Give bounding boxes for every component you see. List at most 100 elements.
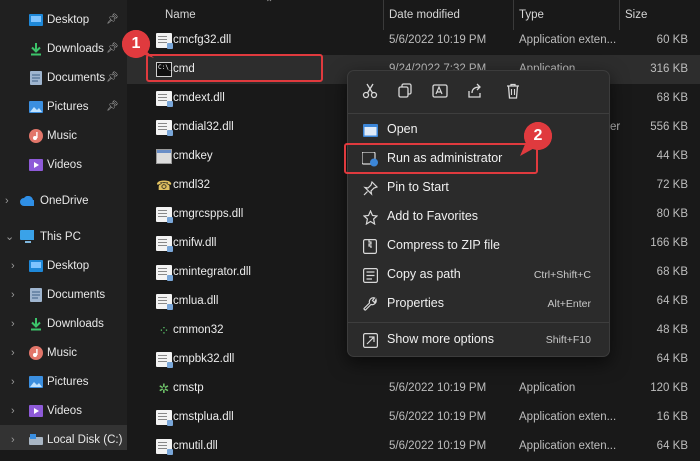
nav-item-label: Downloads bbox=[47, 42, 104, 55]
dll-file-icon bbox=[156, 294, 173, 310]
dll-file-icon bbox=[156, 410, 173, 426]
monitor-icon bbox=[20, 229, 34, 244]
desktop-folder-icon bbox=[29, 13, 43, 27]
file-size: 64 KB bbox=[656, 353, 688, 365]
chevron-right-icon[interactable]: › bbox=[11, 318, 19, 330]
star-icon bbox=[362, 209, 378, 225]
chevron-right-icon[interactable]: › bbox=[5, 195, 13, 207]
file-row[interactable]: cmstplua.dll 5/6/2022 10:19 PM Applicati… bbox=[127, 403, 700, 432]
installer-icon: ✲ bbox=[158, 381, 170, 396]
nav-item-music[interactable]: Music bbox=[0, 121, 127, 150]
pin-icon: 📌︎ bbox=[106, 14, 119, 25]
nav-item-pc-pictures[interactable]: › Pictures bbox=[0, 367, 127, 396]
menu-divider bbox=[348, 322, 609, 323]
chevron-right-icon[interactable]: › bbox=[11, 434, 19, 446]
highlight-cmd-row bbox=[146, 54, 323, 82]
file-name: cmlua.dll bbox=[173, 295, 219, 307]
menu-item-label: Properties bbox=[387, 296, 444, 310]
nav-item-label: Downloads bbox=[47, 317, 104, 330]
file-size: 556 KB bbox=[650, 121, 688, 133]
file-name: cmstp bbox=[173, 382, 204, 394]
nav-item-local-disk[interactable]: › Local Disk (C:) bbox=[0, 425, 127, 450]
nav-item-label: OneDrive bbox=[40, 194, 89, 207]
menu-item-open[interactable]: Open bbox=[352, 116, 605, 143]
file-size: 64 KB bbox=[656, 295, 688, 307]
file-row[interactable]: cmcfg32.dll 5/6/2022 10:19 PM Applicatio… bbox=[127, 26, 700, 55]
nav-item-label: This PC bbox=[40, 230, 81, 243]
nav-item-onedrive[interactable]: › OneDrive bbox=[0, 186, 127, 215]
nav-item-label: Music bbox=[47, 346, 78, 359]
downloads-folder-icon bbox=[29, 317, 43, 331]
nav-item-label: Music bbox=[47, 129, 78, 142]
chevron-right-icon[interactable]: › bbox=[11, 289, 19, 301]
menu-item-label: Copy as path bbox=[387, 267, 461, 281]
file-name: cmdial32.dll bbox=[173, 121, 234, 133]
step-1-badge: 1 bbox=[122, 30, 150, 58]
file-date: 5/6/2022 10:19 PM bbox=[389, 411, 487, 423]
nav-item-pc-videos[interactable]: › Videos bbox=[0, 396, 127, 425]
file-name: cmdkey bbox=[173, 150, 213, 162]
file-size: 68 KB bbox=[656, 92, 688, 104]
file-date: 5/6/2022 10:19 PM bbox=[389, 440, 487, 452]
dll-file-icon bbox=[156, 207, 173, 223]
open-window-icon bbox=[362, 122, 378, 138]
nav-item-desktop[interactable]: Desktop 📌︎ bbox=[0, 5, 127, 34]
menu-item-compress-to-zip[interactable]: Compress to ZIP file bbox=[352, 232, 605, 259]
context-menu-toolbar bbox=[348, 71, 609, 111]
nav-item-this-pc[interactable]: ⌄ This PC bbox=[0, 222, 127, 251]
pictures-folder-icon bbox=[29, 375, 43, 389]
file-name: cmdext.dll bbox=[173, 92, 225, 104]
nav-item-pc-desktop[interactable]: › Desktop bbox=[0, 251, 127, 280]
copy-path-icon bbox=[362, 267, 378, 283]
cut-icon[interactable] bbox=[360, 81, 380, 101]
chevron-right-icon[interactable]: › bbox=[11, 347, 19, 359]
menu-item-copy-as-path[interactable]: Copy as path Ctrl+Shift+C bbox=[352, 261, 605, 288]
file-size: 166 KB bbox=[650, 237, 688, 249]
file-name: cmifw.dll bbox=[173, 237, 217, 249]
nav-item-documents[interactable]: Documents 📌︎ bbox=[0, 63, 127, 92]
music-folder-icon bbox=[29, 345, 43, 360]
nav-item-pc-music[interactable]: › Music bbox=[0, 338, 127, 367]
file-type: Application bbox=[519, 382, 576, 394]
chevron-right-icon[interactable]: › bbox=[11, 260, 19, 272]
file-size: 72 KB bbox=[656, 179, 688, 191]
menu-item-show-more-options[interactable]: Show more options Shift+F10 bbox=[352, 326, 605, 353]
chevron-right-icon[interactable]: › bbox=[11, 405, 19, 417]
file-size: 68 KB bbox=[656, 266, 688, 278]
nav-item-label: Videos bbox=[47, 158, 82, 171]
nav-item-downloads[interactable]: Downloads 📌︎ bbox=[0, 34, 127, 63]
menu-item-label: Show more options bbox=[387, 332, 495, 346]
context-menu: Open Run as administrator Pin to Start A… bbox=[347, 70, 610, 357]
file-name: cmutil.dll bbox=[173, 440, 218, 452]
nav-item-pictures[interactable]: Pictures 📌︎ bbox=[0, 92, 127, 121]
nav-item-label: Desktop bbox=[47, 13, 90, 26]
dll-file-icon bbox=[156, 120, 173, 136]
copy-icon[interactable] bbox=[395, 81, 415, 101]
documents-folder-icon bbox=[29, 287, 43, 302]
videos-folder-icon bbox=[29, 404, 43, 418]
nav-item-label: Videos bbox=[47, 404, 82, 417]
step-2-badge: 2 bbox=[524, 122, 552, 150]
share-icon[interactable] bbox=[465, 81, 485, 101]
menu-item-properties[interactable]: Properties Alt+Enter bbox=[352, 290, 605, 317]
menu-item-pin-to-start[interactable]: Pin to Start bbox=[352, 174, 605, 201]
file-row[interactable]: cmutil.dll 5/6/2022 10:19 PM Application… bbox=[127, 432, 700, 461]
chevron-down-icon[interactable]: ⌄ bbox=[5, 230, 14, 243]
file-row[interactable]: ✲ cmstp 5/6/2022 10:19 PM Application 12… bbox=[127, 374, 700, 403]
nav-item-videos[interactable]: Videos bbox=[0, 150, 127, 179]
file-name: cmintegrator.dll bbox=[173, 266, 251, 278]
chevron-right-icon[interactable]: › bbox=[11, 376, 19, 388]
pin-icon: 📌︎ bbox=[106, 72, 119, 83]
more-options-icon bbox=[362, 332, 378, 348]
file-date: 5/6/2022 10:19 PM bbox=[389, 34, 487, 46]
file-name: cmdl32 bbox=[173, 179, 211, 191]
dll-file-icon bbox=[156, 91, 173, 107]
rename-icon[interactable] bbox=[430, 81, 450, 101]
delete-icon[interactable] bbox=[503, 81, 523, 101]
nav-item-pc-downloads[interactable]: › Downloads bbox=[0, 309, 127, 338]
zip-icon bbox=[362, 238, 378, 254]
wrench-icon bbox=[362, 296, 378, 312]
menu-item-add-to-favorites[interactable]: Add to Favorites bbox=[352, 203, 605, 230]
nav-item-pc-documents[interactable]: › Documents bbox=[0, 280, 127, 309]
file-size: 16 KB bbox=[656, 411, 688, 423]
